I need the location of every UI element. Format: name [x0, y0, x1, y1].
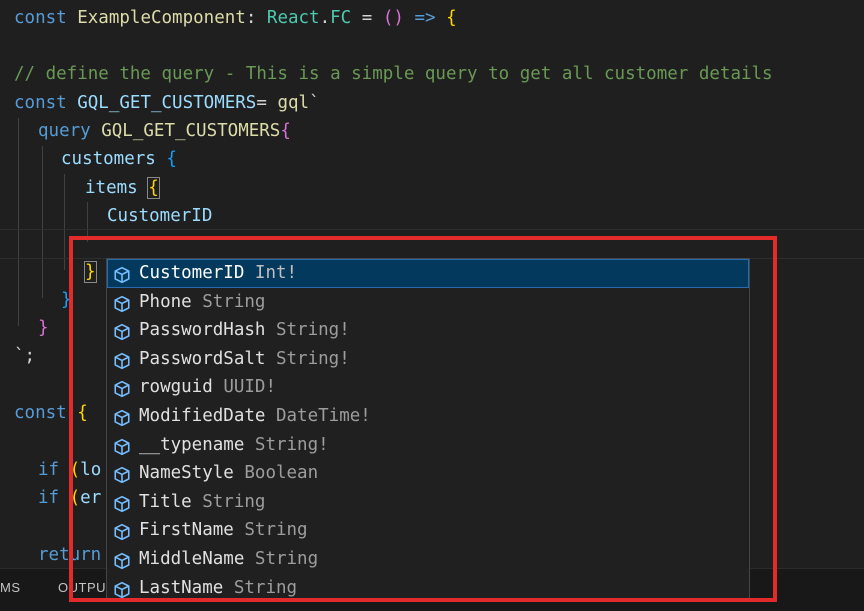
suggestion-item[interactable]: NameStyle Boolean	[107, 459, 749, 488]
code-line-1: const ExampleComponent: React.FC = () =>…	[14, 8, 457, 28]
suggestion-type: String	[233, 577, 298, 598]
field-cube-icon	[113, 265, 131, 284]
suggestion-label: NameStyle	[139, 463, 234, 484]
suggestion-label: __typename	[139, 434, 245, 455]
suggestion-type: DateTime!	[275, 405, 371, 426]
field-cube-icon	[113, 494, 131, 512]
field-cube-icon	[113, 294, 131, 312]
autocomplete-suggestion-list[interactable]: CustomerID Int! Phone String PasswordHash …	[106, 258, 750, 602]
suggestion-item[interactable]: PasswordSalt String!	[107, 345, 749, 374]
code-line-4: const GQL_GET_CUSTOMERS= gql`	[14, 93, 320, 113]
matched-bracket: {	[147, 177, 160, 199]
current-line-highlight	[0, 229, 864, 259]
suggestion-label: ModifiedDate	[139, 405, 266, 426]
suggestion-label: Phone	[139, 291, 192, 312]
suggestion-label: MiddleName	[139, 548, 245, 569]
suggestion-item[interactable]: FirstName String	[107, 516, 749, 545]
suggestion-label: PasswordSalt	[139, 348, 266, 369]
suggestion-label: CustomerID	[139, 263, 245, 283]
indent-guide	[42, 146, 43, 298]
field-cube-icon	[113, 379, 131, 398]
code-line-5: query GQL_GET_CUSTOMERS{	[38, 121, 291, 141]
code-line-10: }	[84, 258, 97, 286]
suggestion-type: String!	[254, 434, 329, 455]
suggestion-label: FirstName	[139, 520, 234, 541]
code-line-20: return	[38, 545, 102, 565]
code-line-8: CustomerID	[107, 206, 213, 226]
suggestion-type: String	[202, 291, 266, 312]
suggestion-label: LastName	[139, 577, 224, 598]
field-cube-icon	[113, 580, 131, 598]
suggestion-type: String	[244, 520, 308, 541]
indent-guide	[18, 118, 19, 326]
tab-problems[interactable]: MS	[0, 569, 21, 611]
suggestion-item[interactable]: Title String	[107, 488, 749, 517]
suggestion-label: rowguid	[139, 377, 213, 398]
suggestion-type: Int!	[254, 263, 298, 283]
field-cube-icon	[113, 551, 131, 570]
suggestion-type: String!	[275, 320, 350, 341]
code-line-11: }	[61, 290, 72, 310]
field-cube-icon	[113, 351, 131, 369]
tab-output[interactable]: OUTPU	[58, 569, 106, 611]
field-cube-icon	[113, 408, 131, 427]
field-cube-icon	[113, 322, 131, 341]
suggestion-item[interactable]: LastName String	[107, 574, 749, 601]
field-cube-icon	[113, 437, 131, 455]
suggestion-item[interactable]: CustomerID Int!	[107, 259, 749, 288]
suggestion-item[interactable]: rowguid UUID!	[107, 373, 749, 402]
suggestion-type: Boolean	[244, 463, 319, 484]
code-line-17: if (lo	[38, 460, 102, 480]
suggestion-type: UUID!	[223, 377, 276, 398]
field-cube-icon	[113, 522, 131, 541]
code-line-12: }	[38, 318, 49, 338]
code-line-6: customers {	[61, 149, 177, 169]
code-line-13: `;	[14, 346, 36, 366]
code-line-3: // define the query - This is a simple q…	[14, 64, 773, 84]
code-line-7: items {	[85, 177, 160, 199]
code-line-15: const {	[14, 403, 88, 423]
suggestion-item[interactable]: ModifiedDate DateTime!	[107, 402, 749, 431]
suggestion-type: String	[254, 548, 319, 569]
suggestion-type: String	[202, 491, 266, 512]
suggestion-item[interactable]: Phone String	[107, 288, 749, 317]
suggestion-item[interactable]: MiddleName String	[107, 545, 749, 574]
suggestion-label: PasswordHash	[139, 320, 266, 341]
matched-bracket: }	[84, 261, 97, 283]
code-line-18: if (er	[38, 488, 102, 508]
suggestion-item[interactable]: __typename String!	[107, 431, 749, 460]
suggestion-label: Title	[139, 491, 192, 512]
suggestion-item[interactable]: PasswordHash String!	[107, 316, 749, 345]
field-cube-icon	[113, 465, 131, 484]
suggestion-type: String!	[275, 348, 350, 369]
